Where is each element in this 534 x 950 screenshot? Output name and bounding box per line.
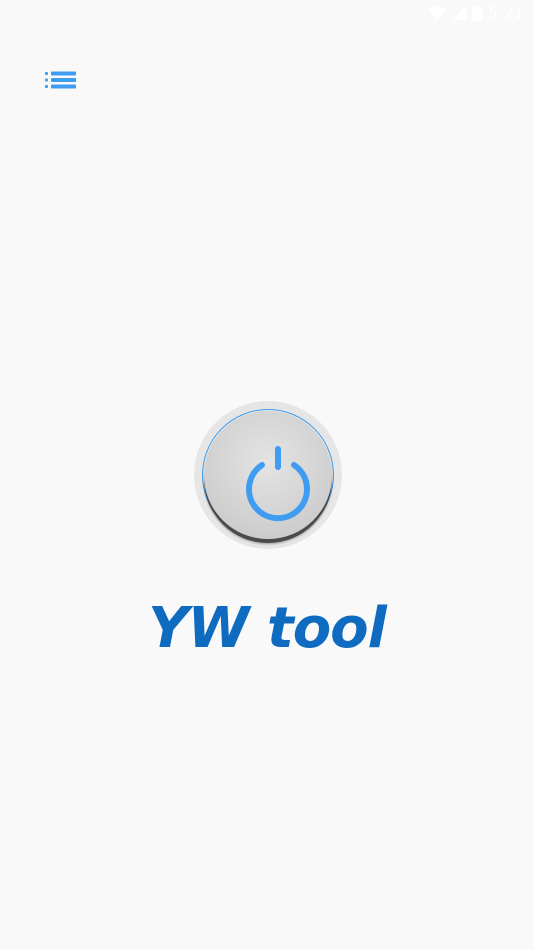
- app-screen: 5:21 YW tool: [0, 0, 534, 950]
- wifi-icon: [428, 6, 447, 20]
- list-menu-icon: [45, 71, 77, 94]
- power-button[interactable]: [194, 401, 342, 549]
- status-bar: 5:21: [0, 0, 534, 26]
- power-button-face: [204, 411, 332, 539]
- menu-button[interactable]: [40, 68, 82, 96]
- app-title: YW tool: [148, 596, 387, 661]
- cellular-signal-icon: [452, 6, 467, 20]
- status-time: 5:21: [488, 4, 524, 22]
- battery-icon: [472, 5, 483, 21]
